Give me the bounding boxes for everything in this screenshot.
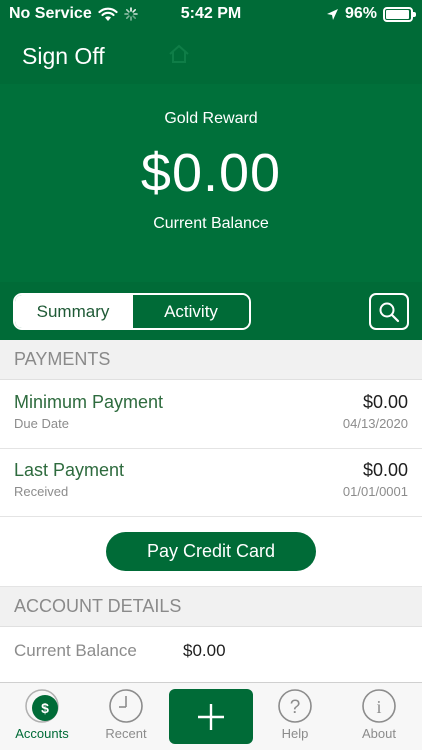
pay-area: Pay Credit Card <box>0 517 422 587</box>
battery-percent: 96% <box>344 5 377 22</box>
status-bar: No Service 5:42 PM 96% <box>0 0 422 30</box>
detail-label: Current Balance <box>14 641 137 660</box>
svg-text:?: ? <box>290 697 301 718</box>
pay-credit-card-button[interactable]: Pay Credit Card <box>106 532 316 571</box>
row-sub-label: Due Date <box>14 416 69 431</box>
tab-label: Help <box>281 726 309 741</box>
tab-activity[interactable]: Activity <box>131 295 249 328</box>
info-icon: i <box>362 689 396 723</box>
row-date: 01/01/0001 <box>342 484 408 499</box>
home-icon <box>169 44 189 63</box>
plus-icon <box>198 703 224 730</box>
detail-value: $0.00 <box>183 641 226 660</box>
add-button[interactable] <box>169 689 253 744</box>
row-title: Minimum Payment <box>14 392 164 412</box>
clock-icon <box>109 689 143 723</box>
tab-strip: Summary Activity <box>0 282 422 340</box>
tab-about[interactable]: i About <box>337 683 421 750</box>
row-amount: $0.00 <box>362 392 408 412</box>
svg-text:$: $ <box>41 700 49 716</box>
tab-label: About <box>362 726 396 741</box>
battery-fill <box>386 9 409 19</box>
search-button[interactable] <box>369 293 409 330</box>
nav-bar: Sign Off <box>0 30 422 84</box>
row-title: Last Payment <box>14 460 125 480</box>
status-right: 96% <box>326 5 416 23</box>
row-date: 04/13/2020 <box>342 416 408 431</box>
battery-icon <box>383 6 416 22</box>
sign-off-button[interactable]: Sign Off <box>22 43 105 70</box>
last-payment-row[interactable]: Last Payment Received $0.00 01/01/0001 <box>0 449 422 517</box>
row-amount: $0.00 <box>362 460 408 480</box>
tab-summary[interactable]: Summary <box>15 295 131 328</box>
tab-label: Accounts <box>15 726 69 741</box>
dollar-icon: $ <box>25 689 59 723</box>
balance-label: Current Balance <box>153 215 269 232</box>
tab-label: Recent <box>105 726 147 741</box>
balance-panel: Gold Reward $0.00 Current Balance <box>0 84 422 282</box>
tab-bar: $ Accounts Recent ? Help i About <box>0 682 422 750</box>
card-name: Gold Reward <box>164 110 258 127</box>
tab-help[interactable]: ? Help <box>253 683 337 750</box>
balance-amount: $0.00 <box>140 143 282 203</box>
payments-header: PAYMENTS <box>0 340 422 380</box>
search-icon <box>379 302 400 322</box>
current-balance-row: Current Balance $0.00 <box>0 627 422 682</box>
segmented-control: Summary Activity <box>13 293 251 330</box>
minimum-payment-row[interactable]: Minimum Payment Due Date $0.00 04/13/202… <box>0 381 422 449</box>
location-arrow-icon <box>326 8 338 20</box>
tab-recent[interactable]: Recent <box>84 683 168 750</box>
account-details-header: ACCOUNT DETAILS <box>0 587 422 627</box>
question-icon: ? <box>278 689 312 723</box>
tab-accounts[interactable]: $ Accounts <box>0 683 84 750</box>
row-sub-label: Received <box>14 484 69 499</box>
svg-text:i: i <box>376 697 381 717</box>
